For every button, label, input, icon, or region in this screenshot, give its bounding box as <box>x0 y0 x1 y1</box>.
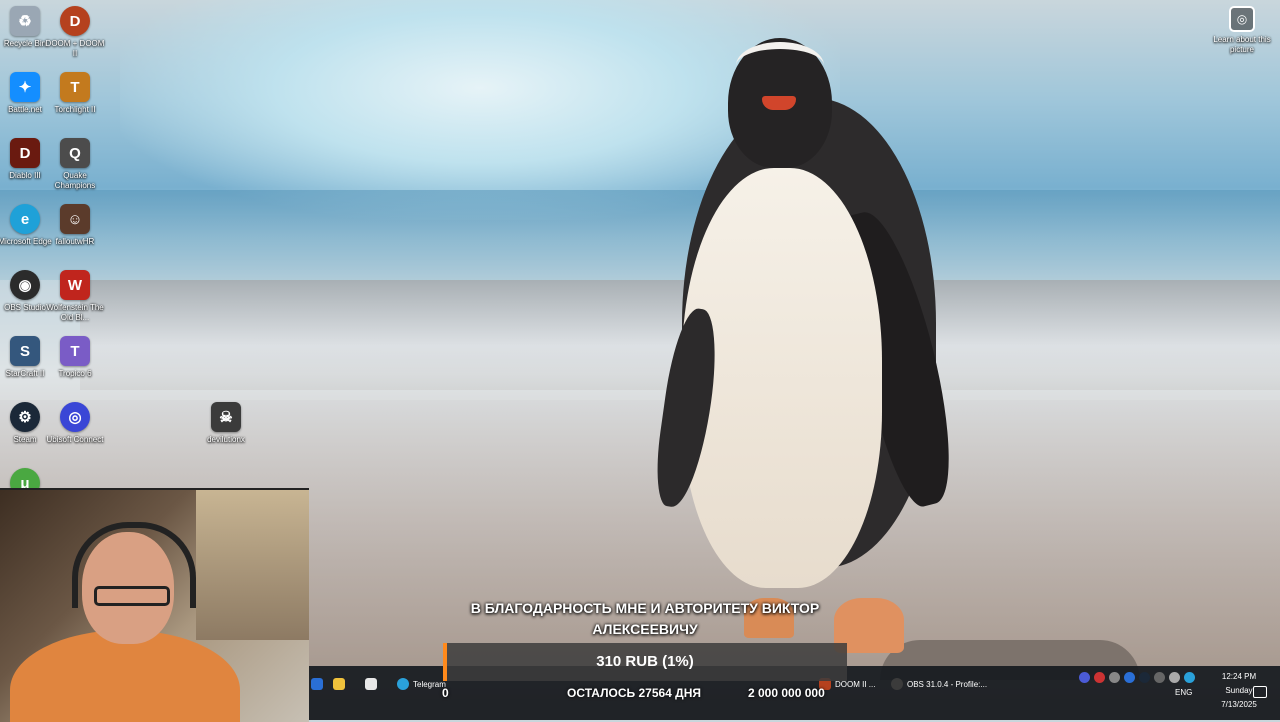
calendar-icon <box>365 678 377 690</box>
desktop-icon[interactable]: ◎ Ubisoft Connect <box>44 402 106 445</box>
desktop-icon[interactable]: D DOOM + DOOM II <box>44 6 106 59</box>
system-tray <box>1079 672 1195 683</box>
wolfenstein-icon: W <box>60 270 90 300</box>
torchlight-icon: T <box>60 72 90 102</box>
desktop-icon-label: devilutionx <box>207 435 245 444</box>
desktop-icon-label: Torchlight II <box>54 105 96 114</box>
desktop-icon[interactable]: T Torchlight II <box>44 72 106 115</box>
file-explorer-button[interactable] <box>333 674 345 694</box>
tray-app-icon[interactable] <box>1109 672 1120 683</box>
donation-goal-bar: 310 RUB (1%) <box>443 643 847 681</box>
desktop-icon-label: Wolfenstein The Old Bl... <box>46 303 104 322</box>
edge-icon: e <box>10 204 40 234</box>
clock-date: 7/13/2025 <box>1221 700 1257 709</box>
steam-icon: ⚙ <box>10 402 40 432</box>
glasses-icon <box>94 586 170 606</box>
obs-icon: ◉ <box>10 270 40 300</box>
tray-app-icon[interactable] <box>1154 672 1165 683</box>
obs-task-icon <box>891 678 903 690</box>
desktop-icon-label: Ubisoft Connect <box>46 435 104 444</box>
tray-app-icon[interactable] <box>1169 672 1180 683</box>
doom-icon: D <box>60 6 90 36</box>
learn-about-label: Learn about this picture <box>1213 35 1271 54</box>
notification-icon[interactable] <box>1253 686 1267 698</box>
quake-icon: Q <box>60 138 90 168</box>
starcraft-icon: S <box>10 336 40 366</box>
taskbar-app-label: OBS 31.0.4 - Profile:... <box>907 679 988 689</box>
windows-icon <box>311 678 323 690</box>
penguin-image <box>650 38 970 658</box>
language-indicator[interactable]: ENG <box>1175 688 1192 697</box>
steam-tray-icon[interactable] <box>1139 672 1150 683</box>
telegram-tray-icon[interactable] <box>1184 672 1195 683</box>
donation-amount: 310 RUB (1%) <box>596 653 694 670</box>
teams-icon[interactable] <box>1079 672 1090 683</box>
clock-time: 12:24 PM <box>1221 672 1257 681</box>
battle-net-icon: ✦ <box>10 72 40 102</box>
donation-message-line1: В БЛАГОДАРНОСТЬ МНЕ И АВТОРИТЕТУ ВИКТОР <box>470 600 820 616</box>
donation-message-line2: АЛЕКСЕЕВИЧУ <box>592 621 698 637</box>
desktop-icon-label: Quake Champions <box>54 171 96 190</box>
desktop-icon[interactable]: T Tropico 6 <box>44 336 106 379</box>
recycle-bin-icon: ♻ <box>10 6 40 36</box>
goal-target-value: 2 000 000 000 <box>748 686 825 700</box>
diablo-icon: D <box>10 138 40 168</box>
taskbar-app-label: Telegram <box>413 679 446 689</box>
tropico-icon: T <box>60 336 90 366</box>
start-button[interactable] <box>311 674 323 694</box>
learn-about-picture[interactable]: ◎ Learn about this picture <box>1210 6 1274 55</box>
folder-icon <box>333 678 345 690</box>
desktop-icon-label: Tropico 6 <box>58 369 92 378</box>
camera-icon: ◎ <box>1229 6 1255 32</box>
calendar-app-button[interactable] <box>365 674 377 694</box>
ubisoft-icon: ◎ <box>60 402 90 432</box>
fallout-icon: ☺ <box>60 204 90 234</box>
goal-start-value: 0 <box>442 686 449 700</box>
goal-days-left: ОСТАЛОСЬ 27564 ДНЯ <box>567 686 702 700</box>
tray-app-icon[interactable] <box>1094 672 1105 683</box>
webcam-overlay <box>0 488 309 722</box>
donation-message: В БЛАГОДАРНОСТЬ МНЕ И АВТОРИТЕТУ ВИКТОР … <box>430 598 860 640</box>
desktop-icon[interactable]: ☺ falloutwHR <box>44 204 106 247</box>
desktop-icon[interactable]: W Wolfenstein The Old Bl... <box>44 270 106 323</box>
telegram-icon <box>397 678 409 690</box>
bluetooth-icon[interactable] <box>1124 672 1135 683</box>
wallpaper-sea <box>0 190 1280 280</box>
desktop-icon-label: DOOM + DOOM II <box>45 39 105 58</box>
devilutionx-icon: ☠ <box>211 402 241 432</box>
desktop-icon[interactable]: Q Quake Champions <box>44 138 106 191</box>
desktop-icon-label: falloutwHR <box>55 237 95 246</box>
taskbar-app-telegram[interactable]: Telegram <box>397 674 446 694</box>
webcam-shelf <box>196 490 309 640</box>
taskbar-app-obs[interactable]: OBS 31.0.4 - Profile:... <box>891 674 987 694</box>
desktop-icon[interactable]: ☠ devilutionx <box>195 402 257 445</box>
